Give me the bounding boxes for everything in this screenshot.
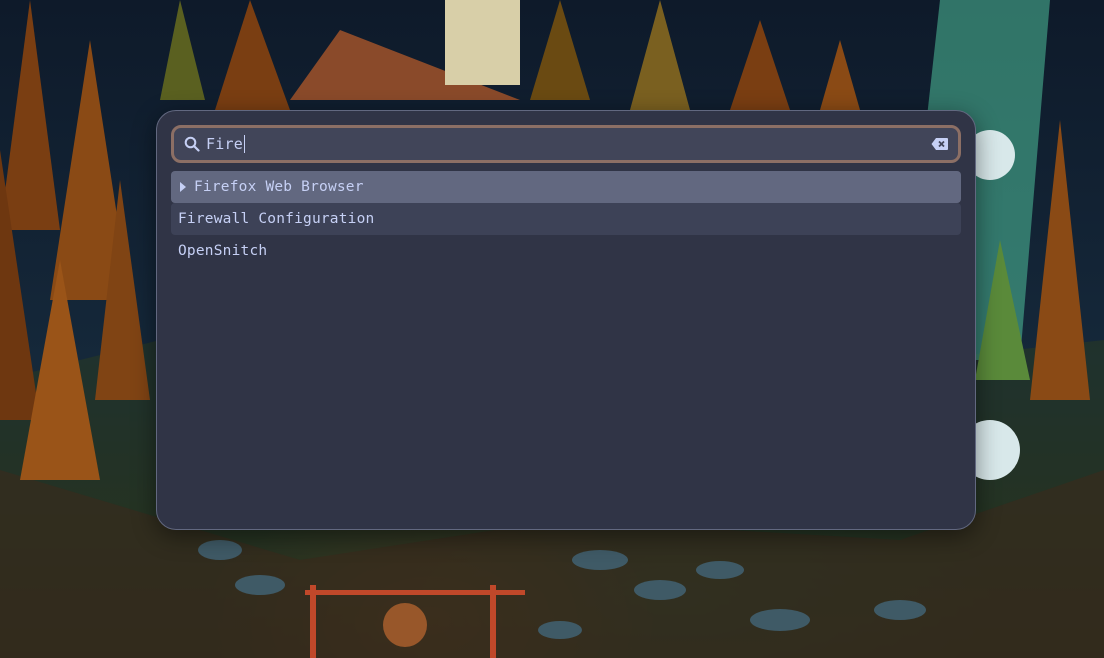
result-label: Firefox Web Browser [194,179,364,195]
result-item-firefox[interactable]: Firefox Web Browser [171,171,961,203]
expand-arrow-icon[interactable] [178,182,188,192]
clear-text-icon[interactable] [930,136,950,152]
result-label: OpenSnitch [178,243,268,259]
result-item-firewall[interactable]: Firewall Configuration [171,203,961,235]
search-icon [182,134,202,154]
result-item-opensnitch[interactable]: OpenSnitch [171,235,961,267]
search-box[interactable]: Fire [171,125,961,163]
result-label: Firewall Configuration [178,211,375,227]
app-launcher-window: Fire Firefox Web Browser Firewall Config… [156,110,976,530]
results-list: Firefox Web Browser Firewall Configurati… [171,171,961,267]
text-caret [243,135,245,153]
search-input[interactable]: Fire [206,135,243,153]
